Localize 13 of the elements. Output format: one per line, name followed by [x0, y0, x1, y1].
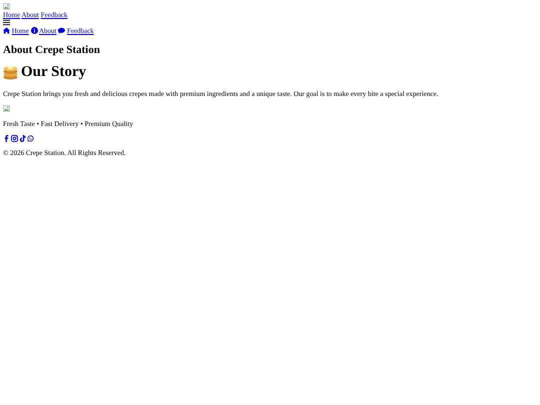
menu-icon[interactable] — [3, 19, 10, 26]
page-title: About Crepe Station — [3, 44, 101, 57]
home-icon — [3, 27, 10, 34]
facebook-icon[interactable] — [3, 135, 10, 142]
pancake-icon — [3, 64, 18, 80]
broken-image-icon — [3, 105, 10, 112]
tiktok-icon[interactable] — [19, 135, 26, 142]
chat-icon — [58, 27, 66, 34]
whatsapp-icon[interactable] — [27, 135, 34, 142]
broken-image-icon — [3, 3, 10, 10]
info-icon — [30, 27, 38, 34]
heading: Our Story — [21, 63, 86, 81]
camera-icon[interactable] — [11, 135, 18, 142]
